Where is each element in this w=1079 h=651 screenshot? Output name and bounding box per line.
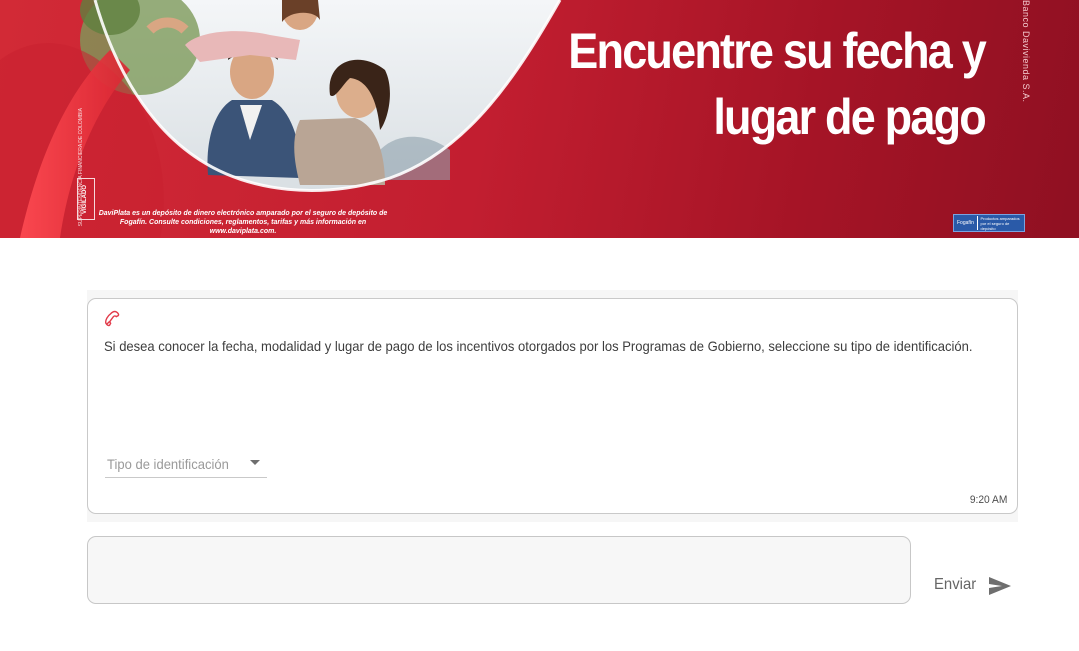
bank-name-vertical: Banco Davivienda S.A. <box>1021 0 1031 103</box>
message-timestamp: 9:20 AM <box>969 494 1007 506</box>
message-input[interactable] <box>87 536 911 604</box>
banner-title-line2: lugar de pago <box>713 89 986 145</box>
hero-banner: SUPERINTENDENCIA FINANCIERA DE COLOMBIA … <box>0 0 1079 238</box>
fogafin-caption: Productos amparados por el seguro de dep… <box>980 215 1020 231</box>
id-type-placeholder: Tipo de identificación <box>107 456 229 472</box>
id-type-select[interactable]: Tipo de identificación <box>105 452 267 478</box>
phone-icon <box>104 310 120 327</box>
fogafin-divider <box>976 216 978 230</box>
chevron-down-icon <box>250 460 260 465</box>
banner-title: Encuentre su fecha y lugar de pago <box>568 18 986 150</box>
bot-message: Si desea conocer la fecha, modalidad y l… <box>87 298 1018 514</box>
fogafin-logo-text: Fogafín <box>957 220 974 226</box>
send-label: Enviar <box>934 576 977 593</box>
send-button[interactable]: Enviar <box>928 570 1018 600</box>
banner-disclaimer: DaviPlata es un depósito de dinero elect… <box>98 210 388 235</box>
fogafin-logo: Fogafín Productos amparados por el segur… <box>953 214 1025 232</box>
banner-title-line1: Encuentre su fecha y <box>568 23 986 79</box>
bot-message-text: Si desea conocer la fecha, modalidad y l… <box>104 338 973 354</box>
vigilado-badge: VIGILADO <box>77 178 95 220</box>
send-arrow-icon <box>989 577 1011 595</box>
